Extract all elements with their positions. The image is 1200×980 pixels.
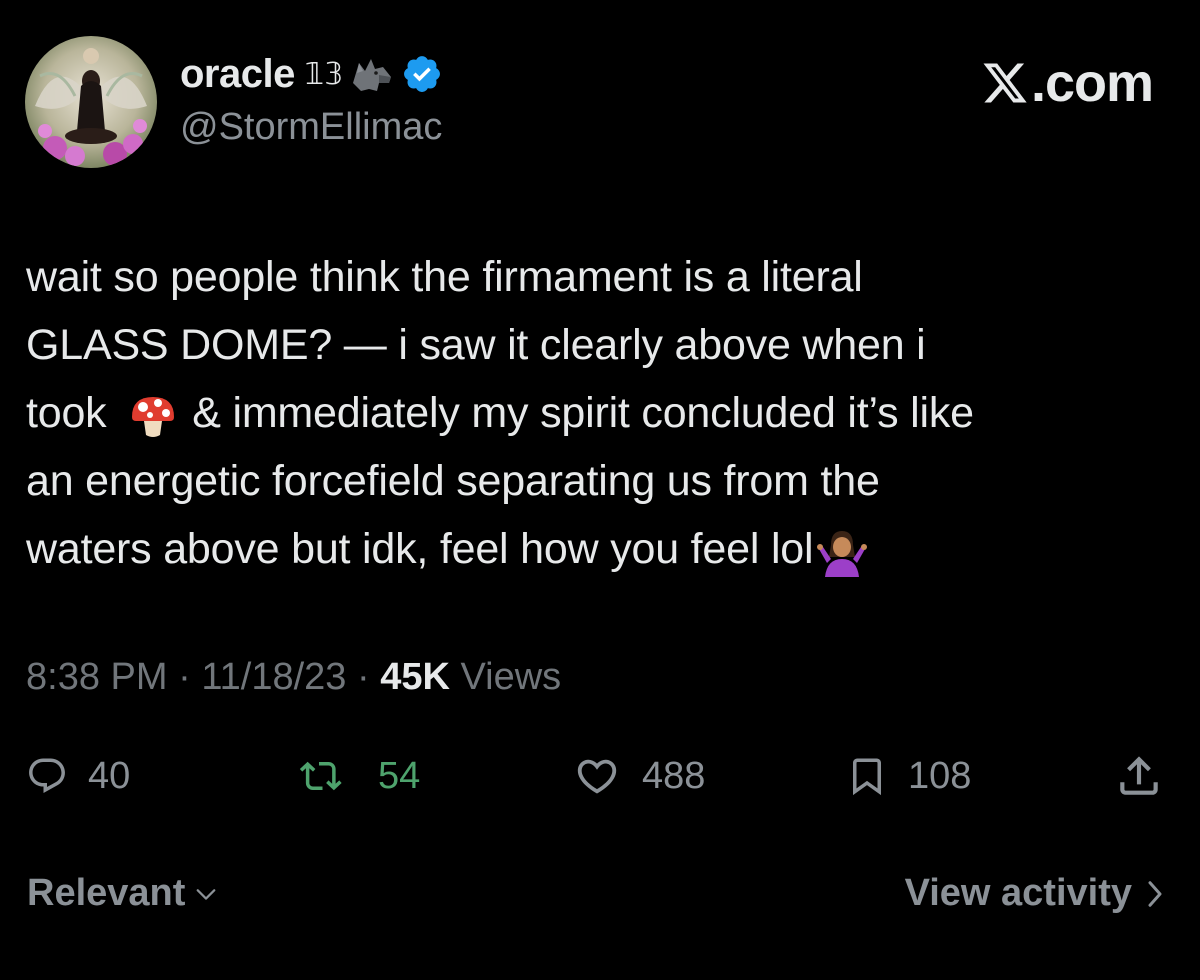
share-button[interactable]: [1114, 746, 1164, 806]
sort-replies-dropdown[interactable]: Relevant: [27, 872, 217, 915]
chevron-down-icon: [197, 888, 216, 900]
tweet-time[interactable]: 8:38 PM: [26, 656, 168, 698]
mushroom-icon: [128, 391, 178, 441]
bookmark-icon: [853, 758, 881, 796]
share-icon: [1120, 756, 1158, 795]
views-count: 45K: [380, 656, 450, 698]
brand-domain: .com: [1030, 53, 1154, 113]
reply-count: 40: [88, 754, 131, 797]
views-label: Views: [460, 656, 562, 698]
tweet-date[interactable]: 11/18/23: [201, 656, 346, 698]
heart-icon: [577, 759, 617, 794]
bookmark-count: 108: [908, 754, 972, 797]
tweet-line-3: took & immediately my spirit concluded i…: [26, 379, 1176, 447]
tweet-line-4: an energetic forcefield separating us fr…: [26, 457, 880, 505]
repost-icon: [299, 761, 342, 791]
avatar[interactable]: [25, 36, 157, 168]
author-handle[interactable]: @StormEllimac: [180, 106, 442, 149]
like-count: 488: [642, 754, 706, 797]
tweet-line-5-text: waters above but idk, feel how you feel …: [26, 525, 814, 573]
repost-count: 54: [378, 754, 421, 797]
reply-button[interactable]: 40: [26, 746, 130, 806]
author-name-row[interactable]: oracle 𝟙𝟛: [180, 50, 443, 98]
tweet-line-1: wait so people think the firmament is a …: [26, 253, 863, 301]
meta-separator: ·: [178, 656, 191, 698]
repost-button[interactable]: 54: [294, 746, 420, 806]
verified-badge-icon: [401, 53, 443, 95]
bookmark-button[interactable]: 108: [846, 746, 971, 806]
tweet-meta: 8:38 PM · 11/18/23 · 45K Views: [26, 656, 561, 699]
chevron-right-icon: [1148, 880, 1162, 907]
like-button[interactable]: 488: [572, 746, 705, 806]
tweet-line-3-rest: & immediately my spirit concluded it’s l…: [192, 389, 974, 437]
x-logo-icon: [981, 59, 1031, 107]
person-shrugging-icon: [817, 527, 868, 577]
tweet-line-5: waters above but idk, feel how you feel …: [26, 515, 1176, 583]
view-activity-link[interactable]: View activity: [905, 872, 1164, 915]
reply-icon: [29, 758, 65, 793]
wolf-icon: [349, 53, 395, 95]
action-bar: 40 54 488 108: [0, 746, 1200, 806]
author-name-suffix: 𝟙𝟛: [304, 56, 344, 92]
author-display-name[interactable]: oracle: [180, 52, 295, 97]
avatar-image: [25, 36, 157, 168]
meta-separator: ·: [356, 656, 370, 698]
tweet-text: wait so people think the firmament is a …: [26, 243, 1176, 583]
view-activity-label: View activity: [904, 872, 1132, 914]
tweet-line-3-prefix: took: [26, 389, 107, 437]
sort-label: Relevant: [27, 872, 186, 914]
tweet-line-2: GLASS DOME? — i saw it clearly above whe…: [26, 321, 926, 369]
brand-logo: .com: [981, 52, 1154, 114]
